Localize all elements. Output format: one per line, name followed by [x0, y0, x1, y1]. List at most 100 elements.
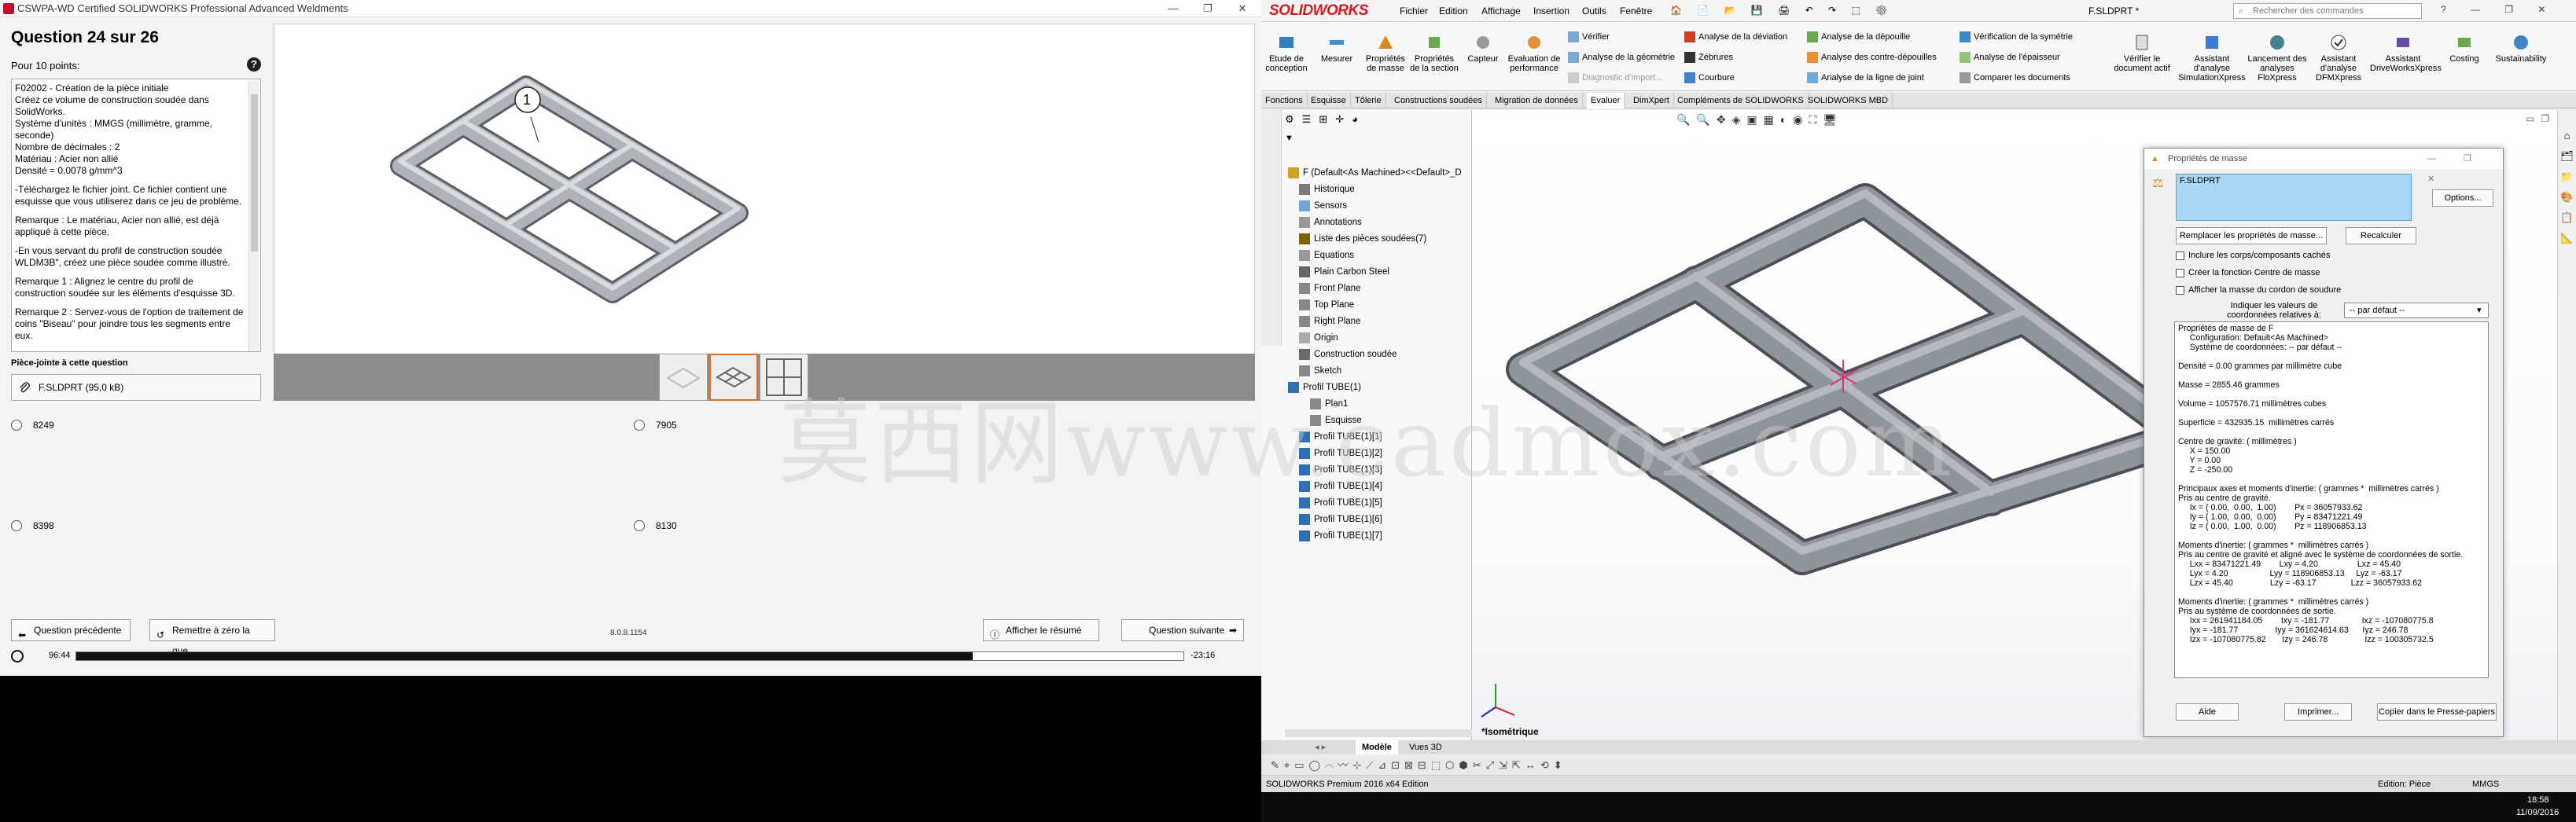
- tree-item[interactable]: Profil TUBE(1)[6]: [1288, 512, 1469, 528]
- tab-3d-views[interactable]: Vues 3D: [1403, 740, 1448, 754]
- radio-icon[interactable]: [634, 420, 645, 431]
- tree-item[interactable]: Profil TUBE(1)[7]: [1288, 528, 1469, 545]
- tree-item[interactable]: Front Plane: [1288, 281, 1469, 297]
- ribbon-parting-line[interactable]: Analyse de la ligne de joint: [1807, 72, 1924, 83]
- tab-dimxpert[interactable]: DimXpert: [1629, 93, 1674, 108]
- ribbon-sustainability[interactable]: Sustainability: [2488, 33, 2554, 64]
- center-of-mass-checkbox[interactable]: Créer la fonction Centre de masse: [2176, 268, 2320, 277]
- menu-insertion[interactable]: Insertion: [1533, 6, 1570, 17]
- ribbon-design-study[interactable]: Etude de conception: [1261, 33, 1312, 73]
- panel-tabs[interactable]: ⚙☰⊞✛◕: [1285, 113, 1469, 130]
- dialog-window-controls[interactable]: — ❐ ✕: [2427, 149, 2503, 189]
- previous-question-button[interactable]: ⬅ Question précédente: [11, 619, 131, 641]
- tree-item[interactable]: Origin: [1288, 330, 1469, 347]
- menu-edition[interactable]: Edition: [1439, 6, 1468, 17]
- thumbnail-1[interactable]: [659, 354, 708, 401]
- window-controls[interactable]: ? — ❐ ✕: [2441, 4, 2557, 15]
- radio-icon[interactable]: [634, 520, 645, 531]
- tab-constructions-soud-es[interactable]: Constructions soudées: [1390, 93, 1487, 108]
- tab-esquisse[interactable]: Esquisse: [1307, 93, 1351, 108]
- quick-access-icons[interactable]: 🏠 📄 📂 💾 🖨 ↶ ↷ ⬚ ⚙: [1670, 5, 1893, 16]
- ribbon-compare-documents[interactable]: Comparer les documents: [1960, 72, 2070, 83]
- tree-item[interactable]: Liste des pièces soudées(7): [1288, 231, 1469, 248]
- command-search-input[interactable]: ⌕ Rechercher des commandes: [2233, 3, 2422, 19]
- coordinate-system-select[interactable]: -- par défaut -- ▾: [2344, 303, 2489, 318]
- close-icon[interactable]: ✕: [1225, 0, 1260, 17]
- ribbon-check[interactable]: Vérifier: [1568, 31, 1610, 42]
- ribbon-draft-analysis[interactable]: Analyse de la dépouille: [1807, 31, 1910, 42]
- tree-item[interactable]: Plain Carbon Steel: [1288, 264, 1469, 281]
- ribbon-geometry-analysis[interactable]: Analyse de la géométrie: [1568, 52, 1675, 63]
- menu-affichage[interactable]: Affichage: [1481, 6, 1521, 17]
- help-icon[interactable]: ?: [247, 57, 261, 72]
- tab-fonctions[interactable]: Fonctions: [1261, 93, 1308, 108]
- task-pane-strip[interactable]: ⌂ 🗂 📁 🎨 📋 📐: [2557, 110, 2576, 747]
- options-button[interactable]: Options...: [2432, 189, 2493, 207]
- sketch-toolbar[interactable]: ✎⌖▭◯⌒〰⊹⟋⊿⊡⊠⊟⬚⬡⬢✂⤢⇲⇱↔⟲⬍: [1261, 756, 2576, 775]
- maximize-icon[interactable]: ❐: [1190, 0, 1225, 17]
- ribbon-sensor[interactable]: Capteur: [1458, 33, 1508, 64]
- next-question-button[interactable]: Question suivante ➡: [1121, 619, 1244, 641]
- menu-fenetre[interactable]: Fenêtre: [1620, 6, 1652, 17]
- ribbon-simulationxpress[interactable]: Assistant d'analyse SimulationXpress: [2178, 33, 2246, 83]
- ribbon-import-diagnostics[interactable]: Diagnostic d'import...: [1568, 72, 1662, 83]
- tree-root-part[interactable]: F (Default<As Machined><<Default>_D: [1288, 165, 1469, 182]
- ribbon-section-properties[interactable]: Propriétés de la section: [1409, 33, 1459, 73]
- scrollbar-thumb[interactable]: [251, 94, 258, 251]
- checkbox-box[interactable]: [2176, 285, 2184, 295]
- copy-clipboard-button[interactable]: Copier dans le Presse-papiers: [2377, 703, 2497, 721]
- show-summary-button[interactable]: ⓘ Afficher le résumé: [983, 619, 1099, 641]
- ribbon-measure[interactable]: Mesurer: [1312, 33, 1362, 64]
- ribbon-driveworksxpress[interactable]: Assistant DriveWorksXpress: [2370, 33, 2442, 73]
- menu-fichier[interactable]: Fichier: [1400, 6, 1428, 17]
- recalculate-button[interactable]: Recalculer: [2346, 227, 2416, 244]
- help-button[interactable]: Aide: [2176, 703, 2239, 721]
- ribbon-symmetry-check[interactable]: Vérification de la symétrie: [1960, 31, 2073, 42]
- thumbnail-2-selected[interactable]: [709, 354, 758, 401]
- tree-item[interactable]: Annotations: [1288, 215, 1469, 231]
- tree-item[interactable]: Sensors: [1288, 198, 1469, 215]
- tab-evaluer[interactable]: Evaluer: [1587, 93, 1625, 108]
- heads-up-view-toolbar[interactable]: 🔍🔍✥◈▣▦◐◉⛶🖥: [1676, 113, 1843, 127]
- print-button[interactable]: Imprimer...: [2284, 703, 2352, 721]
- ribbon-deviation-analysis[interactable]: Analyse de la déviation: [1684, 31, 1787, 42]
- radio-icon[interactable]: [11, 420, 22, 431]
- attachment-button[interactable]: F.SLDPRT (95,0 kB): [11, 374, 261, 401]
- tree-item[interactable]: Equations: [1288, 248, 1469, 264]
- minimize-icon[interactable]: —: [1156, 0, 1190, 17]
- ribbon-curvature[interactable]: Courbure: [1684, 72, 1735, 83]
- weld-bead-checkbox[interactable]: Afficher la masse du cordon de soudure: [2176, 285, 2341, 295]
- include-hidden-checkbox[interactable]: Inclure les corps/composants cachés: [2176, 251, 2330, 260]
- menu-outils[interactable]: Outils: [1582, 6, 1606, 17]
- checkbox-box[interactable]: [2176, 251, 2184, 260]
- tree-scrollbar[interactable]: [1285, 729, 1472, 737]
- tab-model[interactable]: Modèle: [1356, 740, 1398, 754]
- reset-question-button[interactable]: ↺ Remettre à zéro la que...: [149, 619, 275, 656]
- filter-icon[interactable]: ▼: [1285, 134, 1294, 143]
- ribbon-costing[interactable]: Costing: [2441, 33, 2488, 64]
- ribbon-performance[interactable]: Evaluation de performance: [1507, 33, 1562, 73]
- tree-item[interactable]: Historique: [1288, 182, 1469, 198]
- checkbox-box[interactable]: [2176, 268, 2184, 277]
- task-pane-icons[interactable]: ⌂ 🗂 📁 🎨 📋 📐: [2558, 110, 2576, 248]
- question-scrollbar[interactable]: [248, 80, 259, 351]
- tree-item[interactable]: Top Plane: [1288, 297, 1469, 314]
- radio-icon[interactable]: [11, 520, 22, 531]
- tab-motion-arrows[interactable]: ◂ ▸: [1308, 740, 1332, 754]
- override-mass-button[interactable]: Remplacer les propriétés de masse...: [2176, 227, 2327, 244]
- ribbon-mass-properties[interactable]: Propriétés de masse: [1360, 33, 1411, 73]
- question-text[interactable]: F02002 - Création de la pièce initiale C…: [11, 79, 261, 352]
- tree-item[interactable]: Right Plane: [1288, 314, 1469, 330]
- ribbon-dfmxpress[interactable]: Assistant d'analyse DFMXpress: [2309, 33, 2368, 83]
- status-units[interactable]: MMGS: [2472, 776, 2499, 793]
- ribbon-undercut-analysis[interactable]: Analyse des contre-dépouilles: [1807, 52, 1937, 63]
- ribbon-floxpress[interactable]: Lancement des analyses FloXpress: [2247, 33, 2307, 83]
- ribbon-check-active-doc[interactable]: Vérifier le document actif: [2110, 33, 2173, 73]
- tree-item[interactable]: Construction soudée: [1288, 347, 1469, 363]
- mass-properties-results[interactable]: Propriétés de masse de F Configuration: …: [2174, 321, 2489, 678]
- tab-t-lerie[interactable]: Tôlerie: [1351, 93, 1386, 108]
- ribbon-zebra[interactable]: Zébrures: [1684, 52, 1733, 63]
- tab-migration-de-donn-es[interactable]: Migration de données: [1491, 93, 1583, 108]
- tab-compl-ments-de-solidworks[interactable]: Compléments de SOLIDWORKS: [1673, 93, 1809, 108]
- tab-solidworks-mbd[interactable]: SOLIDWORKS MBD: [1804, 93, 1893, 108]
